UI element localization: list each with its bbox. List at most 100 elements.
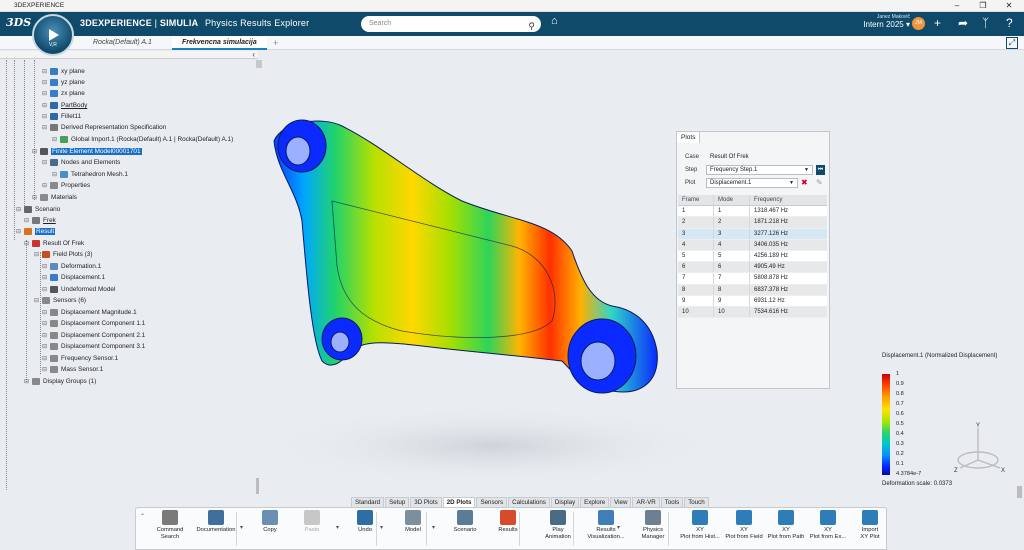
share-icon[interactable]: ➦ bbox=[958, 16, 968, 30]
tab-plots[interactable]: Plots bbox=[677, 132, 701, 143]
action-results-button[interactable]: Results bbox=[486, 510, 530, 534]
user-info[interactable]: Janez Makovič Intern 2025 ▾ bbox=[840, 14, 910, 29]
tree-scrollbar[interactable] bbox=[256, 60, 262, 68]
col-frequency[interactable]: Frequency bbox=[750, 195, 827, 205]
tree-node[interactable]: ⊟ Displacement Magnitude.1 bbox=[42, 309, 137, 316]
tree-node[interactable]: ⊟ Derived Representation Specification bbox=[42, 124, 166, 131]
expand-toggle-icon[interactable]: ⊟ bbox=[42, 102, 47, 109]
col-frame[interactable]: Frame bbox=[678, 195, 714, 206]
action-xy-button[interactable]: XY Plot from Path bbox=[764, 510, 808, 541]
avatar[interactable]: JM bbox=[912, 17, 925, 30]
panel-splitter[interactable] bbox=[256, 478, 259, 494]
action-command-button[interactable]: Command Search bbox=[148, 510, 192, 541]
action-scenario-button[interactable]: Scenario bbox=[443, 510, 487, 534]
toolbar-tab[interactable]: View bbox=[610, 497, 632, 507]
expand-toggle-icon[interactable]: ⊟ bbox=[24, 217, 29, 224]
action-copy-button[interactable]: Copy bbox=[248, 510, 292, 534]
add-tab-icon[interactable]: + bbox=[263, 36, 288, 50]
expand-toggle-icon[interactable]: ⊟ bbox=[42, 90, 47, 97]
expand-toggle-icon[interactable]: ⊟ bbox=[42, 343, 47, 350]
axis-triad[interactable]: Y Z X bbox=[948, 420, 1008, 480]
tree-node[interactable]: ⊟ Frek bbox=[24, 217, 56, 224]
expand-toggle-icon[interactable]: ⊟ bbox=[16, 228, 21, 235]
community-icon[interactable]: ᛉ bbox=[982, 16, 989, 30]
tree-node[interactable]: ⊟ Displacement Component 3.1 bbox=[42, 343, 145, 350]
table-row[interactable]: 4 4 3406.035 Hz bbox=[678, 239, 827, 251]
expand-toggle-icon[interactable]: ⊟ bbox=[42, 159, 47, 166]
action-paste-button[interactable]: Paste bbox=[290, 510, 334, 534]
tree-node[interactable]: ⊟ Mass Sensor.1 bbox=[42, 366, 103, 373]
tree-node[interactable]: ⊟ Global Import.1 (Rocka(Default) A.1 | R… bbox=[52, 136, 233, 143]
compass-icon[interactable]: V,R bbox=[32, 14, 74, 56]
expand-toggle-icon[interactable]: ⊟ bbox=[42, 366, 47, 373]
expand-toggle-icon[interactable]: ⊟ bbox=[42, 79, 47, 86]
tree-node[interactable]: ⊟ Scenario bbox=[16, 206, 60, 213]
collapse-panel-icon[interactable]: ‹ bbox=[252, 50, 255, 59]
edit-icon[interactable]: ✎ bbox=[816, 178, 823, 187]
table-row[interactable]: 7 7 5808.878 Hz bbox=[678, 273, 827, 285]
expand-toggle-icon[interactable]: ⊟ bbox=[42, 182, 47, 189]
tree-node[interactable]: ⊟ yz plane bbox=[42, 79, 85, 86]
chevron-down-icon[interactable]: ▾ bbox=[617, 524, 620, 531]
expand-toggle-icon[interactable]: ⊟ bbox=[16, 206, 21, 213]
tree-node[interactable]: ⊟ Nodes and Elements bbox=[42, 159, 120, 166]
expand-toggle-icon[interactable]: ⊟ bbox=[32, 148, 37, 155]
table-row[interactable]: 3 3 3277.126 Hz bbox=[678, 228, 827, 240]
action-xy-button[interactable]: XY Plot from Ex... bbox=[806, 510, 850, 541]
tree-node[interactable]: ⊟ PartBody bbox=[42, 102, 87, 109]
toolbar-tab[interactable]: Tools bbox=[660, 497, 684, 507]
tree-node[interactable]: ⊟ Frequency Sensor.1 bbox=[42, 355, 118, 362]
table-row[interactable]: 10 10 7534.616 Hz bbox=[678, 306, 827, 319]
col-mode[interactable]: Mode bbox=[714, 195, 750, 206]
tab-frekvencna-simulacija[interactable]: Frekvencna simulacija bbox=[172, 36, 267, 50]
step-select[interactable]: Frequency Step.1 ▼ bbox=[706, 165, 813, 175]
tree-node[interactable]: ⊟ Materials bbox=[32, 194, 77, 201]
toolbar-tab[interactable]: 2D Plots bbox=[442, 497, 476, 507]
table-row[interactable]: 6 6 4905.49 Hz bbox=[678, 262, 827, 274]
expand-toggle-icon[interactable]: ⊟ bbox=[42, 309, 47, 316]
toolbar-tab[interactable]: Calculations bbox=[508, 497, 550, 507]
chevron-down-icon[interactable]: ▾ bbox=[380, 524, 383, 531]
minimize-icon[interactable]: – bbox=[946, 0, 968, 12]
3d-viewer[interactable] bbox=[262, 51, 1022, 495]
expand-toggle-icon[interactable]: ⊟ bbox=[32, 194, 37, 201]
table-row[interactable]: 1 1 1318.467 Hz bbox=[678, 206, 827, 218]
table-row[interactable]: 8 8 6837.378 Hz bbox=[678, 284, 827, 296]
chevron-down-icon[interactable]: ▾ bbox=[336, 524, 339, 531]
action-documentation-button[interactable]: Documentation bbox=[194, 510, 238, 534]
chevron-down-icon[interactable]: ▾ bbox=[240, 524, 243, 531]
tree-node[interactable]: ⊟ Sensors (6) bbox=[34, 297, 86, 304]
fullscreen-icon[interactable]: ⤢ bbox=[1006, 37, 1018, 49]
expand-toggle-icon[interactable]: ⊟ bbox=[42, 263, 47, 270]
add-icon[interactable]: + bbox=[934, 16, 941, 30]
tree-node[interactable]: ⊟ xy plane bbox=[42, 68, 85, 75]
viewer-scroll-handle[interactable] bbox=[1017, 486, 1022, 498]
chevron-down-icon[interactable]: ⌄ bbox=[140, 510, 145, 517]
tree-node[interactable]: ⊟ zx plane bbox=[42, 90, 85, 97]
toolbar-tab[interactable]: Touch bbox=[684, 497, 709, 507]
toolbar-tab[interactable]: Sensors bbox=[476, 497, 508, 507]
expand-toggle-icon[interactable]: ⊟ bbox=[42, 332, 47, 339]
toolbar-tab[interactable]: 3D Plots bbox=[410, 497, 442, 507]
toolbar-tab[interactable]: Setup bbox=[385, 497, 410, 507]
action-import-button[interactable]: Import XY Plot bbox=[848, 510, 892, 541]
tag-icon[interactable]: ⌂ bbox=[551, 15, 558, 27]
expand-toggle-icon[interactable]: ⊟ bbox=[42, 355, 47, 362]
expand-toggle-icon[interactable]: ⊟ bbox=[42, 113, 47, 120]
tree-node[interactable]: ⊟ Tetrahedron Mesh.1 bbox=[52, 171, 128, 178]
tree-node[interactable]: ⊟ Field Plots (3) bbox=[34, 251, 92, 258]
action-results-button[interactable]: Results Visualization... bbox=[584, 510, 628, 541]
action-xy-button[interactable]: XY Plot from Hist... bbox=[678, 510, 722, 541]
step-navigate-icon[interactable]: ⏮ bbox=[816, 165, 825, 175]
plot-select[interactable]: Displacement.1 ▼ bbox=[706, 178, 798, 188]
tree-node[interactable]: ⊟ Displacement Component 2.1 bbox=[42, 332, 145, 339]
action-model-button[interactable]: Model bbox=[391, 510, 435, 534]
expand-toggle-icon[interactable]: ⊟ bbox=[52, 171, 57, 178]
search-input[interactable]: Search ⚲ bbox=[361, 16, 541, 32]
table-row[interactable]: 2 2 1871.218 Hz bbox=[678, 217, 827, 229]
table-row[interactable]: 5 5 4256.189 Hz bbox=[678, 250, 827, 263]
tree-node[interactable]: ⊟ Undeformed Model bbox=[42, 286, 115, 293]
expand-toggle-icon[interactable]: ⊟ bbox=[24, 378, 29, 385]
chevron-down-icon[interactable]: ▾ bbox=[432, 524, 435, 531]
expand-toggle-icon[interactable]: ⊟ bbox=[42, 320, 47, 327]
